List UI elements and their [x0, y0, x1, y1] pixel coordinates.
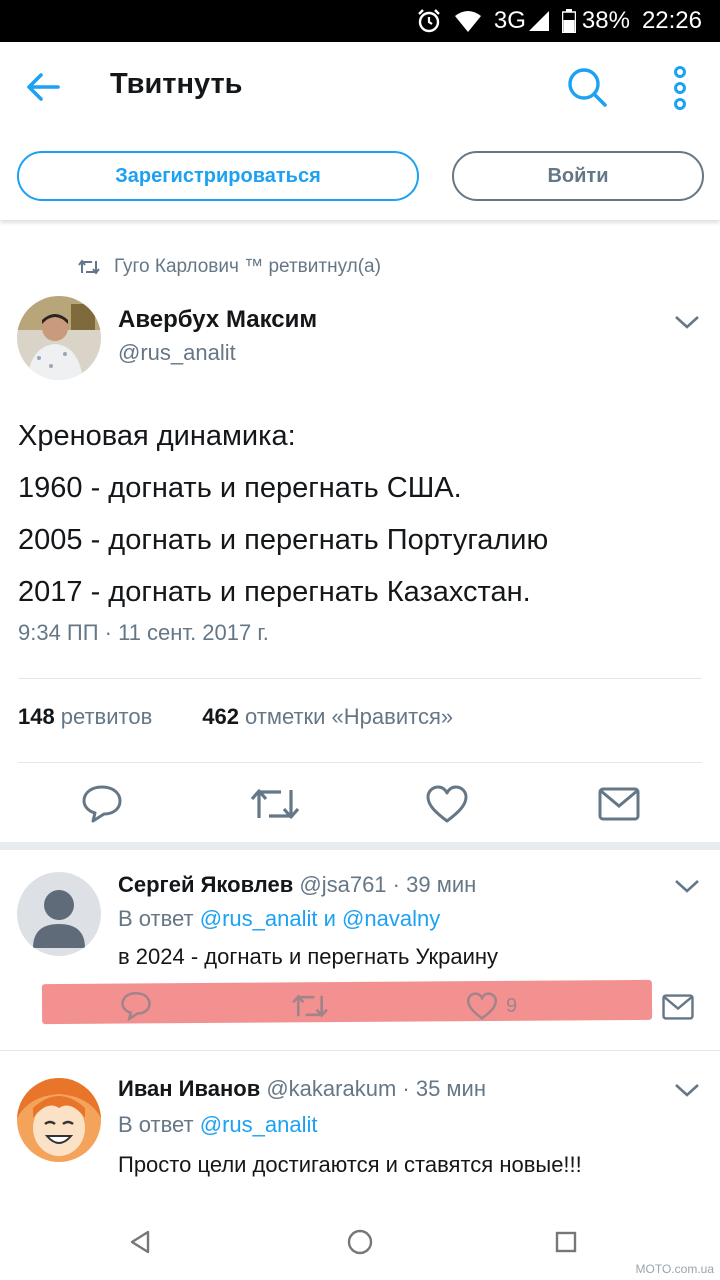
reply-author-line: Иван Иванов @kakarakum · 35 мин: [118, 1076, 486, 1102]
reply-prefix: В ответ: [118, 906, 194, 931]
reply-text: в 2024 - догнать и перегнать Украину: [118, 944, 499, 969]
nav-home-button[interactable]: [340, 1222, 380, 1262]
likes-stat[interactable]: 462 отметки «Нравится»: [202, 704, 453, 730]
retweet-context: Гуго Карлович ™ ретвитнул(а): [78, 256, 381, 278]
author-handle[interactable]: @rus_analit: [118, 340, 236, 366]
section-separator: [0, 842, 720, 850]
reply-author-name[interactable]: Иван Иванов: [118, 1076, 260, 1101]
mention-link[interactable]: @navalny: [342, 906, 440, 931]
like-button[interactable]: [423, 778, 471, 830]
avatar[interactable]: [17, 872, 101, 956]
alarm-icon: [416, 8, 442, 34]
reply-to-line: В ответ @rus_analit: [118, 1112, 318, 1138]
triangle-back-icon: [130, 1230, 150, 1254]
login-button[interactable]: Войти: [452, 151, 704, 201]
reply-actions: 9: [0, 988, 720, 1028]
tweet-menu-button[interactable]: [672, 312, 702, 332]
reply-author-name[interactable]: Сергей Яковлев: [118, 872, 293, 897]
reply-author-line: Сергей Яковлев @jsa761 · 39 мин: [118, 872, 476, 898]
battery-percent: 38%: [581, 7, 630, 34]
search-button[interactable]: [562, 62, 612, 112]
likes-label: отметки «Нравится»: [244, 704, 454, 729]
tweet-text: Хреновая динамика: 1960 - догнать и пере…: [18, 410, 708, 618]
back-button[interactable]: [20, 64, 66, 110]
reply-time: · 39 мин: [392, 872, 477, 897]
system-nav-bar: MOTO.com.ua: [0, 1200, 720, 1280]
likes-count: 462: [202, 704, 239, 729]
mention-link[interactable]: @rus_analit: [200, 906, 318, 931]
retweet-icon: [250, 789, 300, 819]
reply-menu-button[interactable]: [672, 1080, 702, 1100]
like-count: 9: [506, 994, 518, 1017]
retweet-button[interactable]: [290, 988, 330, 1024]
wifi-icon: [454, 9, 482, 33]
author-name[interactable]: Авербух Максим: [118, 306, 317, 334]
chevron-down-icon: [675, 316, 699, 329]
tweet-timestamp: 9:34 ПП · 11 сент. 2017 г.: [18, 620, 269, 645]
retweeted-by-label: Гуго Карлович ™ ретвитнул(а): [114, 256, 381, 277]
reply-author-handle[interactable]: @jsa761: [299, 872, 386, 897]
watermark: MOTO.com.ua: [635, 1262, 714, 1276]
chevron-down-icon: [675, 880, 699, 893]
nav-recents-button[interactable]: [546, 1222, 586, 1262]
direct-message-button[interactable]: [660, 990, 696, 1024]
chevron-down-icon: [675, 1084, 699, 1097]
nav-back-button[interactable]: [120, 1222, 160, 1262]
tweet-stats: 148 ретвитов 462 отметки «Нравится»: [18, 704, 453, 730]
page-title: Твитнуть: [110, 68, 243, 100]
envelope-icon: [598, 787, 640, 821]
avatar[interactable]: [17, 1078, 101, 1162]
reply-button[interactable]: [78, 778, 126, 830]
reply-icon: [121, 991, 151, 1021]
retweet-icon: [78, 259, 100, 275]
battery-icon: 38%: [561, 7, 630, 35]
square-recents-icon: [555, 1231, 577, 1253]
status-bar: 3G 38% 22:26: [0, 0, 720, 42]
tweet-text-line: 1960 - догнать и перегнать США.: [18, 472, 462, 504]
search-icon: [568, 68, 607, 107]
network-type: 3G: [493, 7, 526, 34]
reply-icon: [82, 785, 122, 823]
reply-prefix: В ответ: [118, 1112, 194, 1137]
reply-menu-button[interactable]: [672, 876, 702, 896]
envelope-icon: [662, 994, 694, 1020]
direct-message-button[interactable]: [596, 778, 642, 830]
tweet-text-line: 2005 - догнать и перегнать Португалию: [18, 524, 549, 556]
heart-icon: [426, 785, 468, 823]
retweets-count: 148: [18, 704, 55, 729]
tweet-text-line: 2017 - догнать и перегнать Казахстан.: [18, 576, 531, 608]
like-button[interactable]: 9: [466, 988, 536, 1024]
retweet-button[interactable]: [248, 778, 302, 830]
top-app-bar: Твитнуть Зарегистрироваться Войти: [0, 42, 720, 220]
retweet-icon: [292, 994, 328, 1018]
more-vertical-icon: [674, 66, 686, 110]
reply-joiner: и: [323, 906, 336, 931]
tweet-actions: [0, 778, 720, 830]
reply-to-line: В ответ @rus_analit и @navalny: [118, 906, 440, 932]
avatar[interactable]: [17, 296, 101, 380]
divider: [18, 678, 702, 679]
mention-link[interactable]: @rus_analit: [200, 1112, 318, 1137]
signup-button[interactable]: Зарегистрироваться: [17, 151, 419, 201]
reply-text: Просто цели достигаются и ставятся новые…: [118, 1152, 582, 1177]
retweets-label: ретвитов: [60, 704, 153, 729]
signal-icon: 3G: [494, 7, 550, 35]
more-options-button[interactable]: [660, 62, 700, 114]
retweets-stat[interactable]: 148 ретвитов: [18, 704, 152, 730]
divider: [0, 1050, 720, 1051]
reply-author-handle[interactable]: @kakarakum: [266, 1076, 396, 1101]
tweet-text-line: Хреновая динамика:: [18, 420, 296, 452]
divider: [18, 762, 702, 763]
heart-icon: [466, 992, 498, 1020]
back-arrow-icon: [27, 73, 60, 101]
clock: 22:26: [641, 7, 702, 34]
reply-button[interactable]: [118, 988, 154, 1024]
reply-time: · 35 мин: [402, 1076, 486, 1101]
circle-home-icon: [347, 1229, 373, 1255]
